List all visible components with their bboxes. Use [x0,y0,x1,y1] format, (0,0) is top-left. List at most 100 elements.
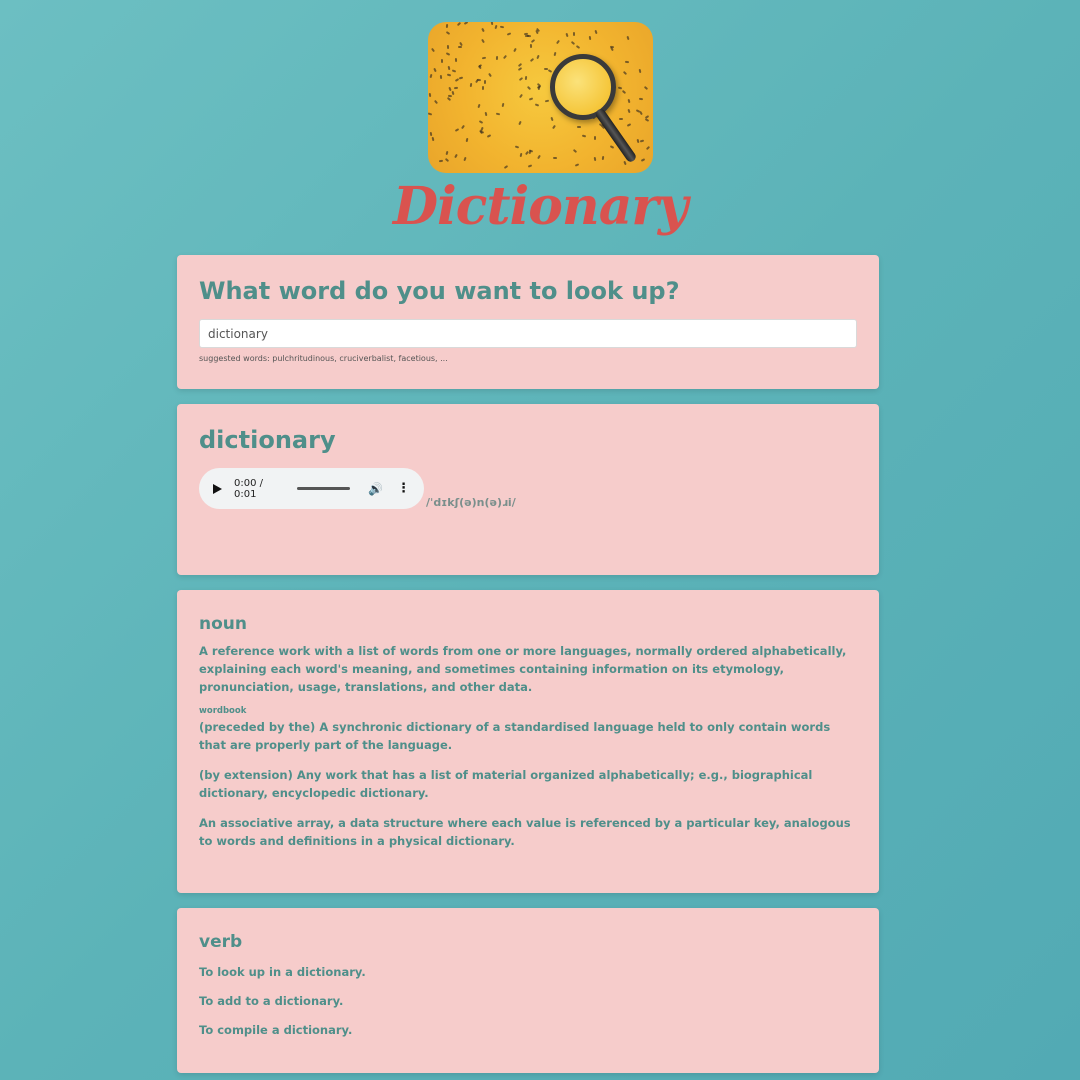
logo-letter-speck [536,85,541,89]
logo-letter-speck [593,156,596,162]
logo-letter-speck [646,23,651,27]
logo-letter-speck [463,22,468,25]
logo-letter-speck [444,157,449,163]
logo-letter-speck [588,35,591,41]
logo-letter-speck [572,31,575,37]
logo-letter-speck [427,112,432,116]
logo-letter-speck [638,68,641,74]
logo-letter-speck [528,97,533,101]
logo-letter-speck [626,108,631,114]
audio-player[interactable]: 0:00 / 0:01 🔊 ⋮ [199,468,424,509]
logo-letter-speck [454,78,459,82]
logo-letter-speck [430,47,435,53]
logo-letter-speck [486,134,491,138]
logo-letter-speck [517,120,522,126]
logo-letter-speck [528,149,531,155]
logo-letter-speck [627,98,630,104]
logo-letter-speck [453,153,458,159]
app-title: Dictionary [392,176,688,237]
logo-letter-speck [644,115,649,119]
synonym: wordbook [199,706,247,716]
logo-letter-speck [481,56,486,60]
logo-letter-speck [638,97,643,101]
logo-letter-speck [535,54,540,60]
definition: (preceded by the) A synchronic dictionar… [199,720,831,752]
logo-letter-speck [476,103,481,109]
logo-letter-speck [445,52,450,56]
logo-letter-speck [529,57,534,63]
logo-letter-speck [483,79,486,85]
logo-letter-speck [622,160,627,166]
meaning-card-noun: noun A reference work with a list of wor… [177,590,879,893]
logo-letter-speck [575,45,580,49]
search-heading: What word do you want to look up? [199,277,680,305]
logo-letter-speck [518,93,523,99]
logo-letter-speck [529,43,532,49]
logo-letter-speck [552,156,557,160]
logo-letter-speck [593,136,596,140]
audio-progress-slider[interactable] [296,487,351,490]
logo-letter-speck [564,32,569,38]
word-card: dictionary 0:00 / 0:01 🔊 ⋮ /ˈdɪkʃ(ə)n(ə)… [177,404,879,575]
logo-letter-speck [626,123,631,127]
definition: (by extension) Any work that has a list … [199,768,813,800]
logo-magnifying-glass-icon [427,22,653,173]
logo-letter-speck [549,116,554,122]
logo-letter-speck [551,124,556,130]
logo-letter-speck [444,150,449,156]
logo-letter-speck [601,155,604,161]
logo-letter-speck [643,85,648,91]
logo-letter-speck [465,137,468,143]
logo-letter-speck [581,134,586,138]
logo-letter-speck [544,99,549,103]
logo-letter-speck [574,163,579,167]
logo-letter-speck [487,72,492,78]
logo-letter-speck [609,45,614,49]
more-vertical-icon[interactable]: ⋮ [397,481,410,496]
magnifier-lens [549,54,616,120]
logo-letter-speck [518,76,523,82]
logo-letter-speck [609,145,614,149]
play-icon[interactable] [213,483,222,494]
logo-letter-speck [617,86,622,90]
logo-letter-speck [519,152,522,158]
logo-letter-speck [445,31,450,35]
logo-letter-speck [490,22,493,26]
logo-letter-speck [502,54,507,60]
logo-letter-speck [445,23,448,29]
logo-letter-speck [625,35,630,41]
logo-letter-speck [478,120,483,124]
part-of-speech: verb [199,932,243,952]
meaning-card-verb: verb To look up in a dictionary. To add … [177,908,879,1073]
logo-letter-speck [495,55,498,61]
logo-letter-speck [639,139,644,143]
logo-letter-speck [427,164,432,170]
logo-letter-speck [506,32,511,36]
logo-letter-speck [469,82,472,88]
logo-letter-speck [527,164,532,168]
volume-icon[interactable]: 🔊 [368,482,383,496]
definition: To look up in a dictionary. [199,965,366,979]
logo-letter-speck [429,131,432,137]
logo-letter-speck [429,73,432,79]
logo-letter-speck [618,117,623,121]
logo-letter-speck [432,67,437,73]
logo-letter-speck [530,38,535,44]
logo-letter-speck [499,25,504,29]
logo-letter-speck [453,86,458,90]
logo-letter-speck [576,125,581,129]
logo-letter-speck [456,22,461,27]
definition: An associative array, a data structure w… [199,816,851,848]
logo-letter-speck [480,38,485,44]
logo-letter-speck [481,85,484,91]
logo-letter-speck [570,40,575,46]
logo-letter-speck [534,103,539,107]
logo-letter-speck [622,70,627,76]
logo-letter-speck [446,73,451,77]
logo-letter-speck [457,46,462,48]
audio-row: 0:00 / 0:01 🔊 ⋮ /ˈdɪkʃ(ə)n(ə)ɹi/ [199,468,857,509]
logo-letter-speck [446,44,449,50]
logo-letter-speck [503,165,508,169]
logo-letter-speck [593,29,598,35]
search-input[interactable] [199,319,857,348]
